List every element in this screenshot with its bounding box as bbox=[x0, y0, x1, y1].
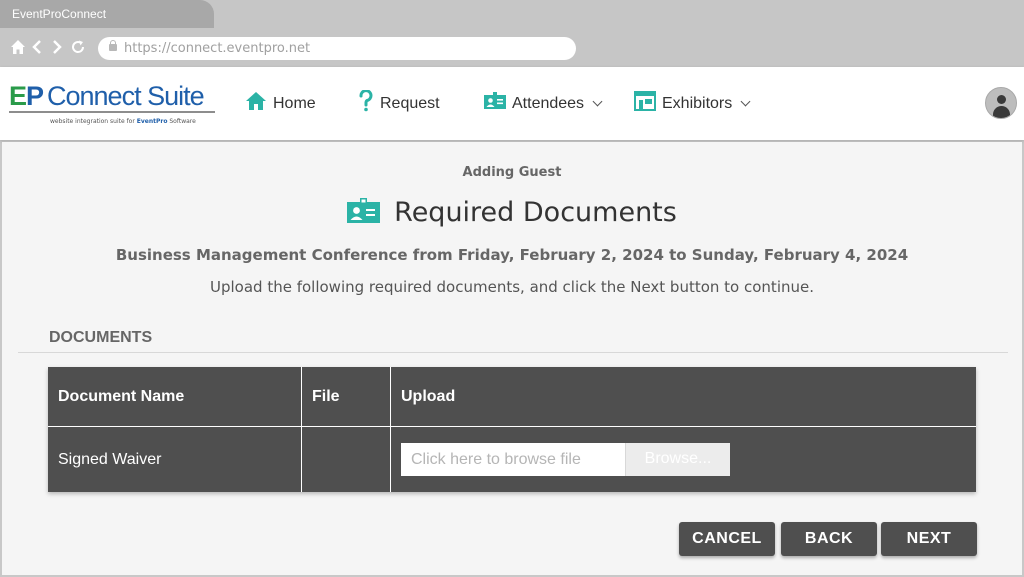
chevron-down-icon bbox=[592, 96, 603, 107]
divider bbox=[18, 352, 1008, 353]
nav-attendees[interactable]: Attendees bbox=[484, 67, 603, 140]
event-subtitle: Business Management Conference from Frid… bbox=[115, 246, 909, 264]
booth-icon bbox=[634, 91, 656, 116]
nav-request[interactable]: Request bbox=[358, 67, 440, 140]
url-text: https://connect.eventpro.net bbox=[124, 41, 311, 56]
page-title: Required Documents bbox=[394, 197, 677, 228]
file-upload-control: Click here to browse file Browse... bbox=[401, 443, 730, 476]
logo-name: Connect Suite bbox=[47, 81, 205, 111]
reload-icon[interactable] bbox=[70, 39, 85, 57]
browser-tab[interactable]: EventProConnect bbox=[0, 0, 214, 28]
column-header-document-name: Document Name bbox=[48, 367, 302, 427]
back-icon[interactable] bbox=[30, 39, 44, 57]
home-icon[interactable] bbox=[10, 39, 25, 57]
column-header-upload: Upload bbox=[390, 367, 976, 427]
logo-ep: EP bbox=[9, 81, 44, 111]
table-row: Signed Waiver Click here to browse file … bbox=[48, 426, 977, 493]
table-header-row: Document Name File Upload bbox=[48, 367, 976, 427]
main-content: Adding Guest Required Documents Business… bbox=[2, 142, 1022, 575]
chevron-down-icon bbox=[740, 96, 751, 107]
app-header: EP Connect Suite website integration sui… bbox=[0, 67, 1024, 140]
back-button[interactable]: BACK bbox=[781, 522, 877, 556]
house-icon bbox=[245, 91, 267, 116]
forward-icon[interactable] bbox=[50, 39, 64, 57]
page-title-row: Required Documents bbox=[2, 197, 1022, 228]
id-card-icon bbox=[484, 92, 506, 115]
document-name-cell: Signed Waiver bbox=[48, 426, 302, 492]
address-bar[interactable]: https://connect.eventpro.net bbox=[98, 37, 576, 60]
file-browse-input[interactable]: Click here to browse file bbox=[401, 443, 625, 476]
question-icon bbox=[358, 89, 374, 117]
logo-rule bbox=[9, 111, 215, 113]
column-header-file: File bbox=[301, 367, 391, 427]
id-card-icon bbox=[347, 197, 381, 228]
user-avatar[interactable] bbox=[985, 87, 1017, 119]
instructions-text: Upload the following required documents,… bbox=[210, 278, 814, 296]
logo-tagline: website integration suite for EventPro S… bbox=[50, 118, 196, 125]
nav-home[interactable]: Home bbox=[245, 67, 316, 140]
file-cell bbox=[301, 426, 391, 492]
next-button[interactable]: NEXT bbox=[881, 522, 977, 556]
documents-table: Document Name File Upload Signed Waiver … bbox=[48, 367, 976, 492]
epconnect-logo[interactable]: EP Connect Suite website integration sui… bbox=[9, 81, 219, 129]
browser-nav bbox=[10, 39, 85, 57]
mode-label: Adding Guest bbox=[462, 165, 562, 180]
browser-chrome: EventProConnect https://connect.eventpro… bbox=[0, 0, 1024, 67]
lock-icon bbox=[109, 40, 117, 51]
upload-cell: Click here to browse file Browse... bbox=[391, 427, 977, 493]
nav-exhibitors[interactable]: Exhibitors bbox=[634, 67, 751, 140]
documents-heading: DOCUMENTS bbox=[49, 329, 153, 346]
browse-button[interactable]: Browse... bbox=[625, 443, 730, 476]
cancel-button[interactable]: CANCEL bbox=[679, 522, 775, 556]
